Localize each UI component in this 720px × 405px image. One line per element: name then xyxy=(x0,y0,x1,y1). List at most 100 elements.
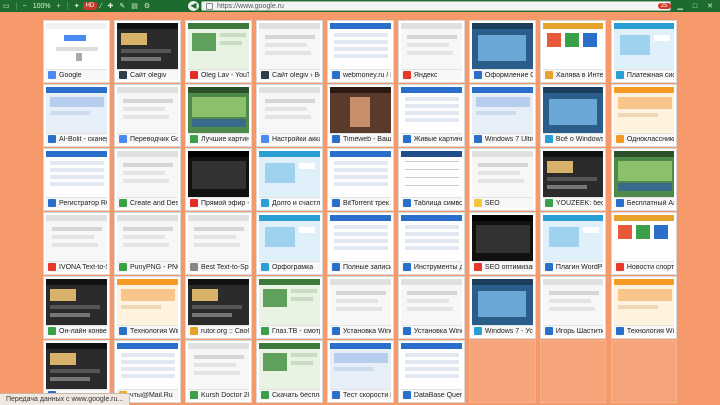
speed-dial-tile[interactable]: Регистратор R0 xyxy=(43,148,110,211)
favicon-icon xyxy=(615,135,624,143)
speed-dial-tile[interactable]: SEO оптимизац xyxy=(468,212,536,275)
empty-dial-slot[interactable] xyxy=(468,340,536,403)
tab-icon[interactable]: ▭ xyxy=(0,1,13,11)
minimize-icon[interactable]: ▁ xyxy=(675,1,686,11)
speed-dial-tile[interactable]: IVONA Text-to-Sp xyxy=(43,212,110,275)
speed-dial-tile[interactable]: Живые картинк xyxy=(397,84,465,147)
thumbnail-block xyxy=(264,99,315,103)
speed-dial-tile[interactable]: Бесплатный Ант xyxy=(610,148,678,211)
favicon-icon xyxy=(544,71,553,79)
speed-dial-tile[interactable]: Create and Desig xyxy=(113,148,181,211)
address-bar[interactable]: https://www.google.ru xyxy=(201,1,671,11)
speed-dial-tile[interactable]: Сайт olegiv › Войт xyxy=(255,20,323,83)
thumbnail-header xyxy=(613,87,675,93)
speed-dial-tile[interactable]: Best Text-to-Speech xyxy=(184,212,252,275)
brush-icon[interactable]: ✎ xyxy=(116,1,128,11)
speed-dial-tile[interactable]: Сайт olegiv xyxy=(113,20,181,83)
empty-dial-slot[interactable] xyxy=(539,340,607,403)
speed-dial-tile[interactable]: Плагин WordPress xyxy=(539,212,607,275)
speed-dial-tile[interactable]: Установка Wind xyxy=(326,276,394,339)
speed-dial-tile[interactable]: Прямой эфир - xyxy=(184,148,252,211)
thumbnail-block xyxy=(264,107,307,111)
speed-dial-tile[interactable]: Переводчик Goo xyxy=(113,84,181,147)
speed-dial-tile[interactable]: Оформление ОС xyxy=(468,20,536,83)
tile-caption: Сайт olegiv xyxy=(116,69,178,80)
tile-caption: Сайт olegiv › Войт xyxy=(258,69,320,80)
speed-dial-tile[interactable]: SEO xyxy=(468,148,536,211)
speed-dial-tile[interactable]: Скачать бесплa xyxy=(255,340,323,403)
zoom-out-icon[interactable]: − xyxy=(20,1,30,11)
speed-dial-tile[interactable]: Всё о Windows 8 xyxy=(539,84,607,147)
speed-dial-tile[interactable]: Установка Wind xyxy=(397,276,465,339)
speed-dial-tile[interactable]: Таблица символ xyxy=(397,148,465,211)
tile-label: Живые картинк xyxy=(413,135,462,143)
zoom-in-icon[interactable]: + xyxy=(54,1,64,11)
speed-dial-tile[interactable]: Технология Win xyxy=(113,276,181,339)
thumbnail-block xyxy=(404,360,459,364)
speed-dial-tile[interactable]: Яндекс xyxy=(397,20,465,83)
speed-dial-tile[interactable]: Он-лайн конвер xyxy=(43,276,110,339)
thumbnail-header xyxy=(116,215,178,221)
speed-dial-tile[interactable]: Google xyxy=(43,20,110,83)
speed-dial-tile[interactable]: PunyPNG - PNG c xyxy=(113,212,181,275)
speed-dial-tile[interactable]: Одноклассники xyxy=(610,84,678,147)
tile-caption: Переводчик Goo xyxy=(116,133,178,144)
back-button[interactable]: ◀ xyxy=(188,1,199,11)
speed-dial-tile[interactable]: Полные записи xyxy=(326,212,394,275)
thumbnail-block xyxy=(122,99,173,103)
close-icon[interactable]: ✕ xyxy=(704,1,716,11)
speed-dial-tile[interactable]: Kursh Doctor 20 xyxy=(184,340,252,403)
speed-dial-tile[interactable]: Технология Win xyxy=(610,276,678,339)
speed-dial-tile[interactable]: Windows 7 Ultim xyxy=(468,84,536,147)
tile-label: Халява в Интер xyxy=(555,71,604,79)
speed-dial-tile[interactable]: BitTorrent трек xyxy=(326,148,394,211)
doc-icon[interactable]: ▤ xyxy=(128,1,141,11)
wand-icon[interactable]: ⁄ xyxy=(97,1,104,11)
speed-dial-tile[interactable]: YOUZEEK: бесп xyxy=(539,148,607,211)
thumbnail-block xyxy=(653,225,668,239)
thumbnail-block xyxy=(191,305,242,309)
tile-thumbnail xyxy=(329,343,391,390)
star-icon[interactable]: ✦ xyxy=(71,1,83,11)
speed-dial-tile[interactable]: Долго и счастл xyxy=(255,148,323,211)
tile-caption: Халява в Интер xyxy=(542,69,604,80)
speed-dial-tile[interactable]: Тест скорости и xyxy=(326,340,394,403)
thumbnail-header xyxy=(187,279,249,285)
speed-dial-tile[interactable]: rutor.org :: Своб xyxy=(184,276,252,339)
tile-thumbnail xyxy=(400,215,462,262)
speed-dial-tile[interactable]: Платежная сист xyxy=(610,20,678,83)
speed-dial-tile[interactable]: Игорь Шаститк xyxy=(539,276,607,339)
extension-badge[interactable]: HD xyxy=(82,2,98,10)
tile-thumbnail xyxy=(400,151,462,198)
thumbnail-block xyxy=(333,225,388,229)
speed-dial-tile[interactable]: Инструменты д xyxy=(397,212,465,275)
speed-dial-tile[interactable]: Лучшие картин xyxy=(184,84,252,147)
tile-thumbnail xyxy=(329,151,391,198)
speed-dial-tile[interactable]: Настройки акка xyxy=(255,84,323,147)
restore-icon[interactable]: □ xyxy=(690,1,700,11)
speed-dial-tile[interactable]: Орфограмка xyxy=(255,212,323,275)
speed-dial-tile[interactable]: Windows 7 - Уст xyxy=(468,276,536,339)
thumbnail-block xyxy=(193,235,236,239)
speed-dial-tile[interactable]: AI-Bolit - сканер xyxy=(43,84,110,147)
settings-icon[interactable]: ⚙ xyxy=(141,1,153,11)
thumbnail-block xyxy=(617,97,672,109)
notification-badge[interactable]: 25 xyxy=(657,3,671,9)
tile-caption: Регистратор R0 xyxy=(46,197,107,208)
tile-thumbnail xyxy=(613,87,675,134)
empty-dial-slot[interactable] xyxy=(610,340,678,403)
tile-label: Лучшие картин xyxy=(200,135,249,143)
speed-dial-tile[interactable]: Новости спорта xyxy=(610,212,678,275)
tile-label: Windows 7 Ultim xyxy=(484,135,533,143)
thumbnail-block xyxy=(264,163,295,183)
thumbnail-block xyxy=(264,51,311,55)
thumbnail-block xyxy=(52,243,98,247)
puzzle-icon[interactable]: ✚ xyxy=(104,1,116,11)
speed-dial-tile[interactable]: Халява в Интер xyxy=(539,20,607,83)
speed-dial-tile[interactable]: Timeweb - Ваш н xyxy=(326,84,394,147)
speed-dial-tile[interactable]: Глаз.ТВ - смотр xyxy=(255,276,323,339)
speed-dial-tile[interactable]: Oleg Lav - YouTu xyxy=(184,20,252,83)
speed-dial-tile[interactable]: DataBase Query xyxy=(397,340,465,403)
speed-dial-tile[interactable]: webmoney.ru / E xyxy=(326,20,394,83)
tile-label: Google xyxy=(59,71,82,79)
